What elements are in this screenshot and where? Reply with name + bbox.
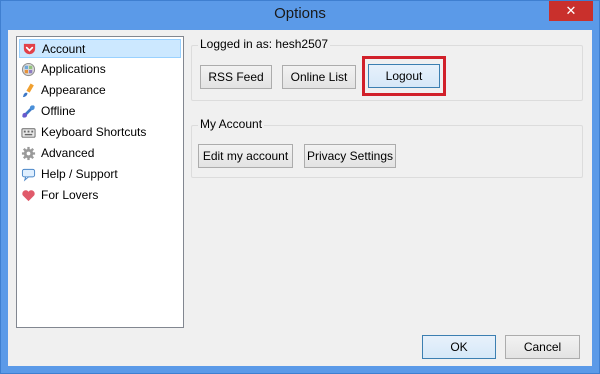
edit-my-account-button[interactable]: Edit my account [198, 144, 293, 168]
cancel-button[interactable]: Cancel [505, 335, 580, 359]
heart-icon [22, 190, 35, 202]
sidebar-item-label: Help / Support [41, 167, 118, 181]
sidebar-item-applications[interactable]: Applications [19, 60, 181, 79]
speech-bubble-icon [21, 168, 36, 182]
offline-icon [22, 105, 35, 118]
title-bar[interactable]: Options ✕ [1, 1, 599, 27]
sidebar-item-label: Advanced [41, 146, 95, 160]
sidebar-item-for-lovers[interactable]: For Lovers [19, 186, 181, 205]
gear-icon [21, 146, 36, 161]
my-account-label: My Account [198, 117, 265, 131]
sidebar-item-label: Keyboard Shortcuts [41, 125, 147, 139]
sidebar-item-appearance[interactable]: Appearance [19, 81, 181, 100]
online-list-button[interactable]: Online List [282, 65, 356, 89]
applications-icon [21, 62, 36, 77]
pocket-icon [23, 43, 36, 55]
options-window: Options ✕ Account Applications Appearanc… [0, 0, 600, 374]
my-account-group: My Account Edit my account Privacy Setti… [191, 117, 583, 178]
sidebar-item-label: Offline [41, 104, 76, 118]
sidebar-item-help-support[interactable]: Help / Support [19, 165, 181, 184]
sidebar-item-label: Appearance [41, 83, 106, 97]
sidebar-item-label: For Lovers [41, 188, 99, 202]
category-list: Account Applications Appearance Offline … [16, 36, 184, 328]
logout-button[interactable]: Logout [368, 64, 440, 88]
window-title: Options [274, 5, 326, 22]
paint-brush-icon [22, 83, 34, 98]
rss-feed-button[interactable]: RSS Feed [200, 65, 272, 89]
sidebar-item-advanced[interactable]: Advanced [19, 144, 181, 163]
sidebar-item-offline[interactable]: Offline [19, 102, 181, 121]
sidebar-item-label: Account [42, 42, 86, 56]
ok-button[interactable]: OK [422, 335, 496, 359]
keyboard-icon [21, 128, 36, 138]
logged-in-group: Logged in as: hesh2507 RSS Feed Online L… [191, 37, 583, 101]
sidebar-item-account[interactable]: Account [19, 39, 181, 58]
close-button[interactable]: ✕ [549, 1, 593, 21]
dialog-body: Account Applications Appearance Offline … [8, 30, 592, 366]
logged-in-label: Logged in as: hesh2507 [198, 37, 331, 51]
privacy-settings-button[interactable]: Privacy Settings [304, 144, 396, 168]
sidebar-item-keyboard-shortcuts[interactable]: Keyboard Shortcuts [19, 123, 181, 142]
sidebar-item-label: Applications [41, 62, 106, 76]
